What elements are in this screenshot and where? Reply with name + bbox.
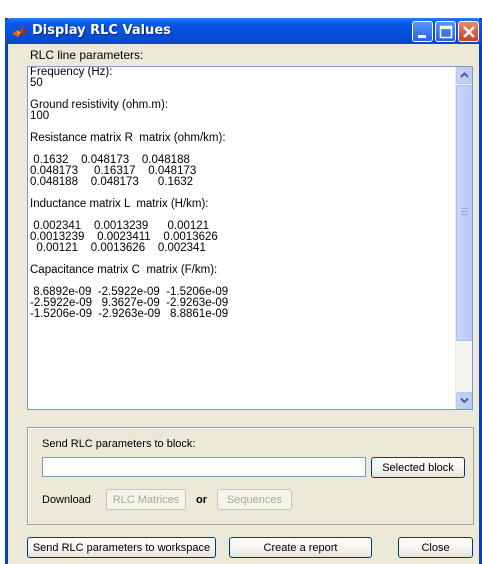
grip-line [461, 211, 468, 212]
rlc-section-label: RLC line parameters: [30, 48, 144, 62]
maximize-icon [439, 25, 453, 39]
scroll-up-button[interactable] [456, 67, 472, 84]
chevron-up-icon [460, 72, 469, 78]
minimize-icon [418, 35, 426, 38]
matlab-logo-icon [11, 23, 27, 39]
grip-line [461, 214, 468, 215]
sequences-button[interactable]: Sequences [217, 489, 292, 510]
close-icon [463, 26, 475, 38]
window-title: Display RLC Values [32, 23, 171, 38]
rlc-values-listbox[interactable]: Frequency (Hz): 50 Ground resistivity (o… [27, 66, 473, 410]
send-to-workspace-button[interactable]: Send RLC parameters to workspace [27, 537, 216, 558]
or-label: or [196, 494, 207, 506]
title-bar[interactable]: Display RLC Values [5, 18, 482, 44]
minimize-button[interactable] [412, 21, 433, 42]
maximize-button[interactable] [435, 21, 456, 42]
block-name-input[interactable] [42, 457, 366, 477]
grip-line [461, 208, 468, 209]
vertical-scrollbar[interactable] [455, 67, 472, 409]
scroll-down-button[interactable] [456, 392, 472, 409]
send-to-block-label: Send RLC parameters to block: [42, 438, 196, 450]
close-button[interactable]: Close [398, 537, 473, 558]
close-window-button[interactable] [458, 21, 479, 42]
rlc-values-text: Frequency (Hz): 50 Ground resistivity (o… [30, 66, 229, 320]
download-label: Download [42, 494, 91, 506]
create-report-button[interactable]: Create a report [229, 537, 372, 558]
selected-block-button[interactable]: Selected block [371, 457, 465, 478]
scrollbar-thumb[interactable] [456, 85, 472, 341]
chevron-down-icon [460, 397, 469, 404]
rlc-matrices-button[interactable]: RLC Matrices [106, 489, 186, 510]
send-to-block-panel: Send RLC parameters to block: Selected b… [27, 427, 474, 525]
